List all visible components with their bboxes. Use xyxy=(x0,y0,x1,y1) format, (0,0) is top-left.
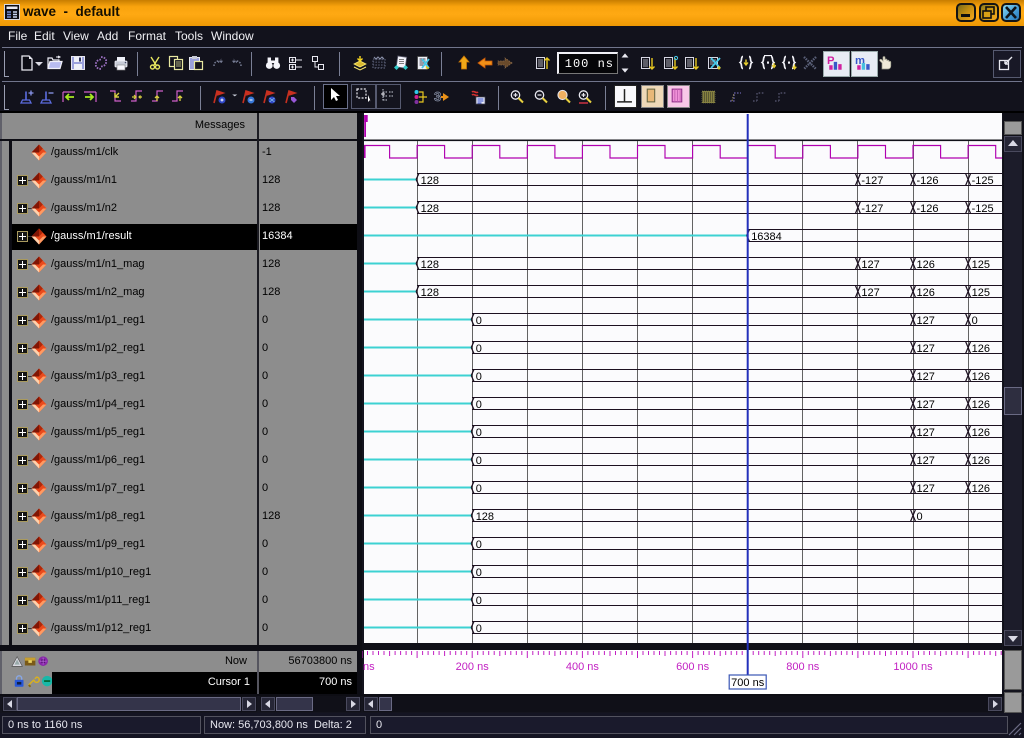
svg-text:0: 0 xyxy=(476,483,482,495)
svg-text:0: 0 xyxy=(476,427,482,439)
svg-text:128: 128 xyxy=(421,175,439,187)
svg-text:-127: -127 xyxy=(861,203,883,215)
svg-text:128: 128 xyxy=(421,259,439,271)
svg-text:127: 127 xyxy=(917,455,935,467)
svg-text:0: 0 xyxy=(476,567,482,579)
svg-text:0: 0 xyxy=(476,539,482,551)
svg-text:0: 0 xyxy=(476,343,482,355)
svg-text:0: 0 xyxy=(476,399,482,411)
svg-text:800 ns: 800 ns xyxy=(786,661,820,673)
svg-text:700 ns: 700 ns xyxy=(731,677,765,689)
svg-text:1000 ns: 1000 ns xyxy=(893,661,933,673)
svg-text:126: 126 xyxy=(917,259,935,271)
svg-text:-126: -126 xyxy=(917,175,939,187)
svg-text:0: 0 xyxy=(476,371,482,383)
svg-text:-126: -126 xyxy=(917,203,939,215)
svg-text:125: 125 xyxy=(972,287,990,299)
svg-text:-125: -125 xyxy=(972,175,994,187)
svg-text:126: 126 xyxy=(972,343,990,355)
svg-text:3: 3 xyxy=(434,89,441,104)
svg-text:127: 127 xyxy=(861,287,879,299)
svg-text:126: 126 xyxy=(972,371,990,383)
svg-text:600 ns: 600 ns xyxy=(676,661,710,673)
svg-text:126: 126 xyxy=(972,483,990,495)
svg-text:127: 127 xyxy=(917,427,935,439)
svg-text:200 ns: 200 ns xyxy=(456,661,490,673)
svg-text:128: 128 xyxy=(421,287,439,299)
svg-text:127: 127 xyxy=(917,315,935,327)
svg-text:0: 0 xyxy=(476,455,482,467)
svg-text:126: 126 xyxy=(972,427,990,439)
svg-text:0: 0 xyxy=(476,315,482,327)
svg-text:16384: 16384 xyxy=(751,231,782,243)
svg-text:127: 127 xyxy=(917,371,935,383)
svg-text:126: 126 xyxy=(972,399,990,411)
svg-text:128: 128 xyxy=(476,511,494,523)
svg-text:ns: ns xyxy=(363,661,375,673)
svg-text:0: 0 xyxy=(476,623,482,635)
svg-text:0: 0 xyxy=(917,511,923,523)
svg-text:127: 127 xyxy=(861,259,879,271)
svg-text:0: 0 xyxy=(476,595,482,607)
svg-text:128: 128 xyxy=(421,203,439,215)
svg-text:-127: -127 xyxy=(861,175,883,187)
svg-text:400 ns: 400 ns xyxy=(566,661,600,673)
svg-text:127: 127 xyxy=(917,343,935,355)
svg-text:-125: -125 xyxy=(972,203,994,215)
svg-text:126: 126 xyxy=(972,455,990,467)
svg-text:125: 125 xyxy=(972,259,990,271)
svg-text:127: 127 xyxy=(917,399,935,411)
svg-text:126: 126 xyxy=(917,287,935,299)
svg-text:127: 127 xyxy=(917,483,935,495)
svg-text:0: 0 xyxy=(972,315,978,327)
